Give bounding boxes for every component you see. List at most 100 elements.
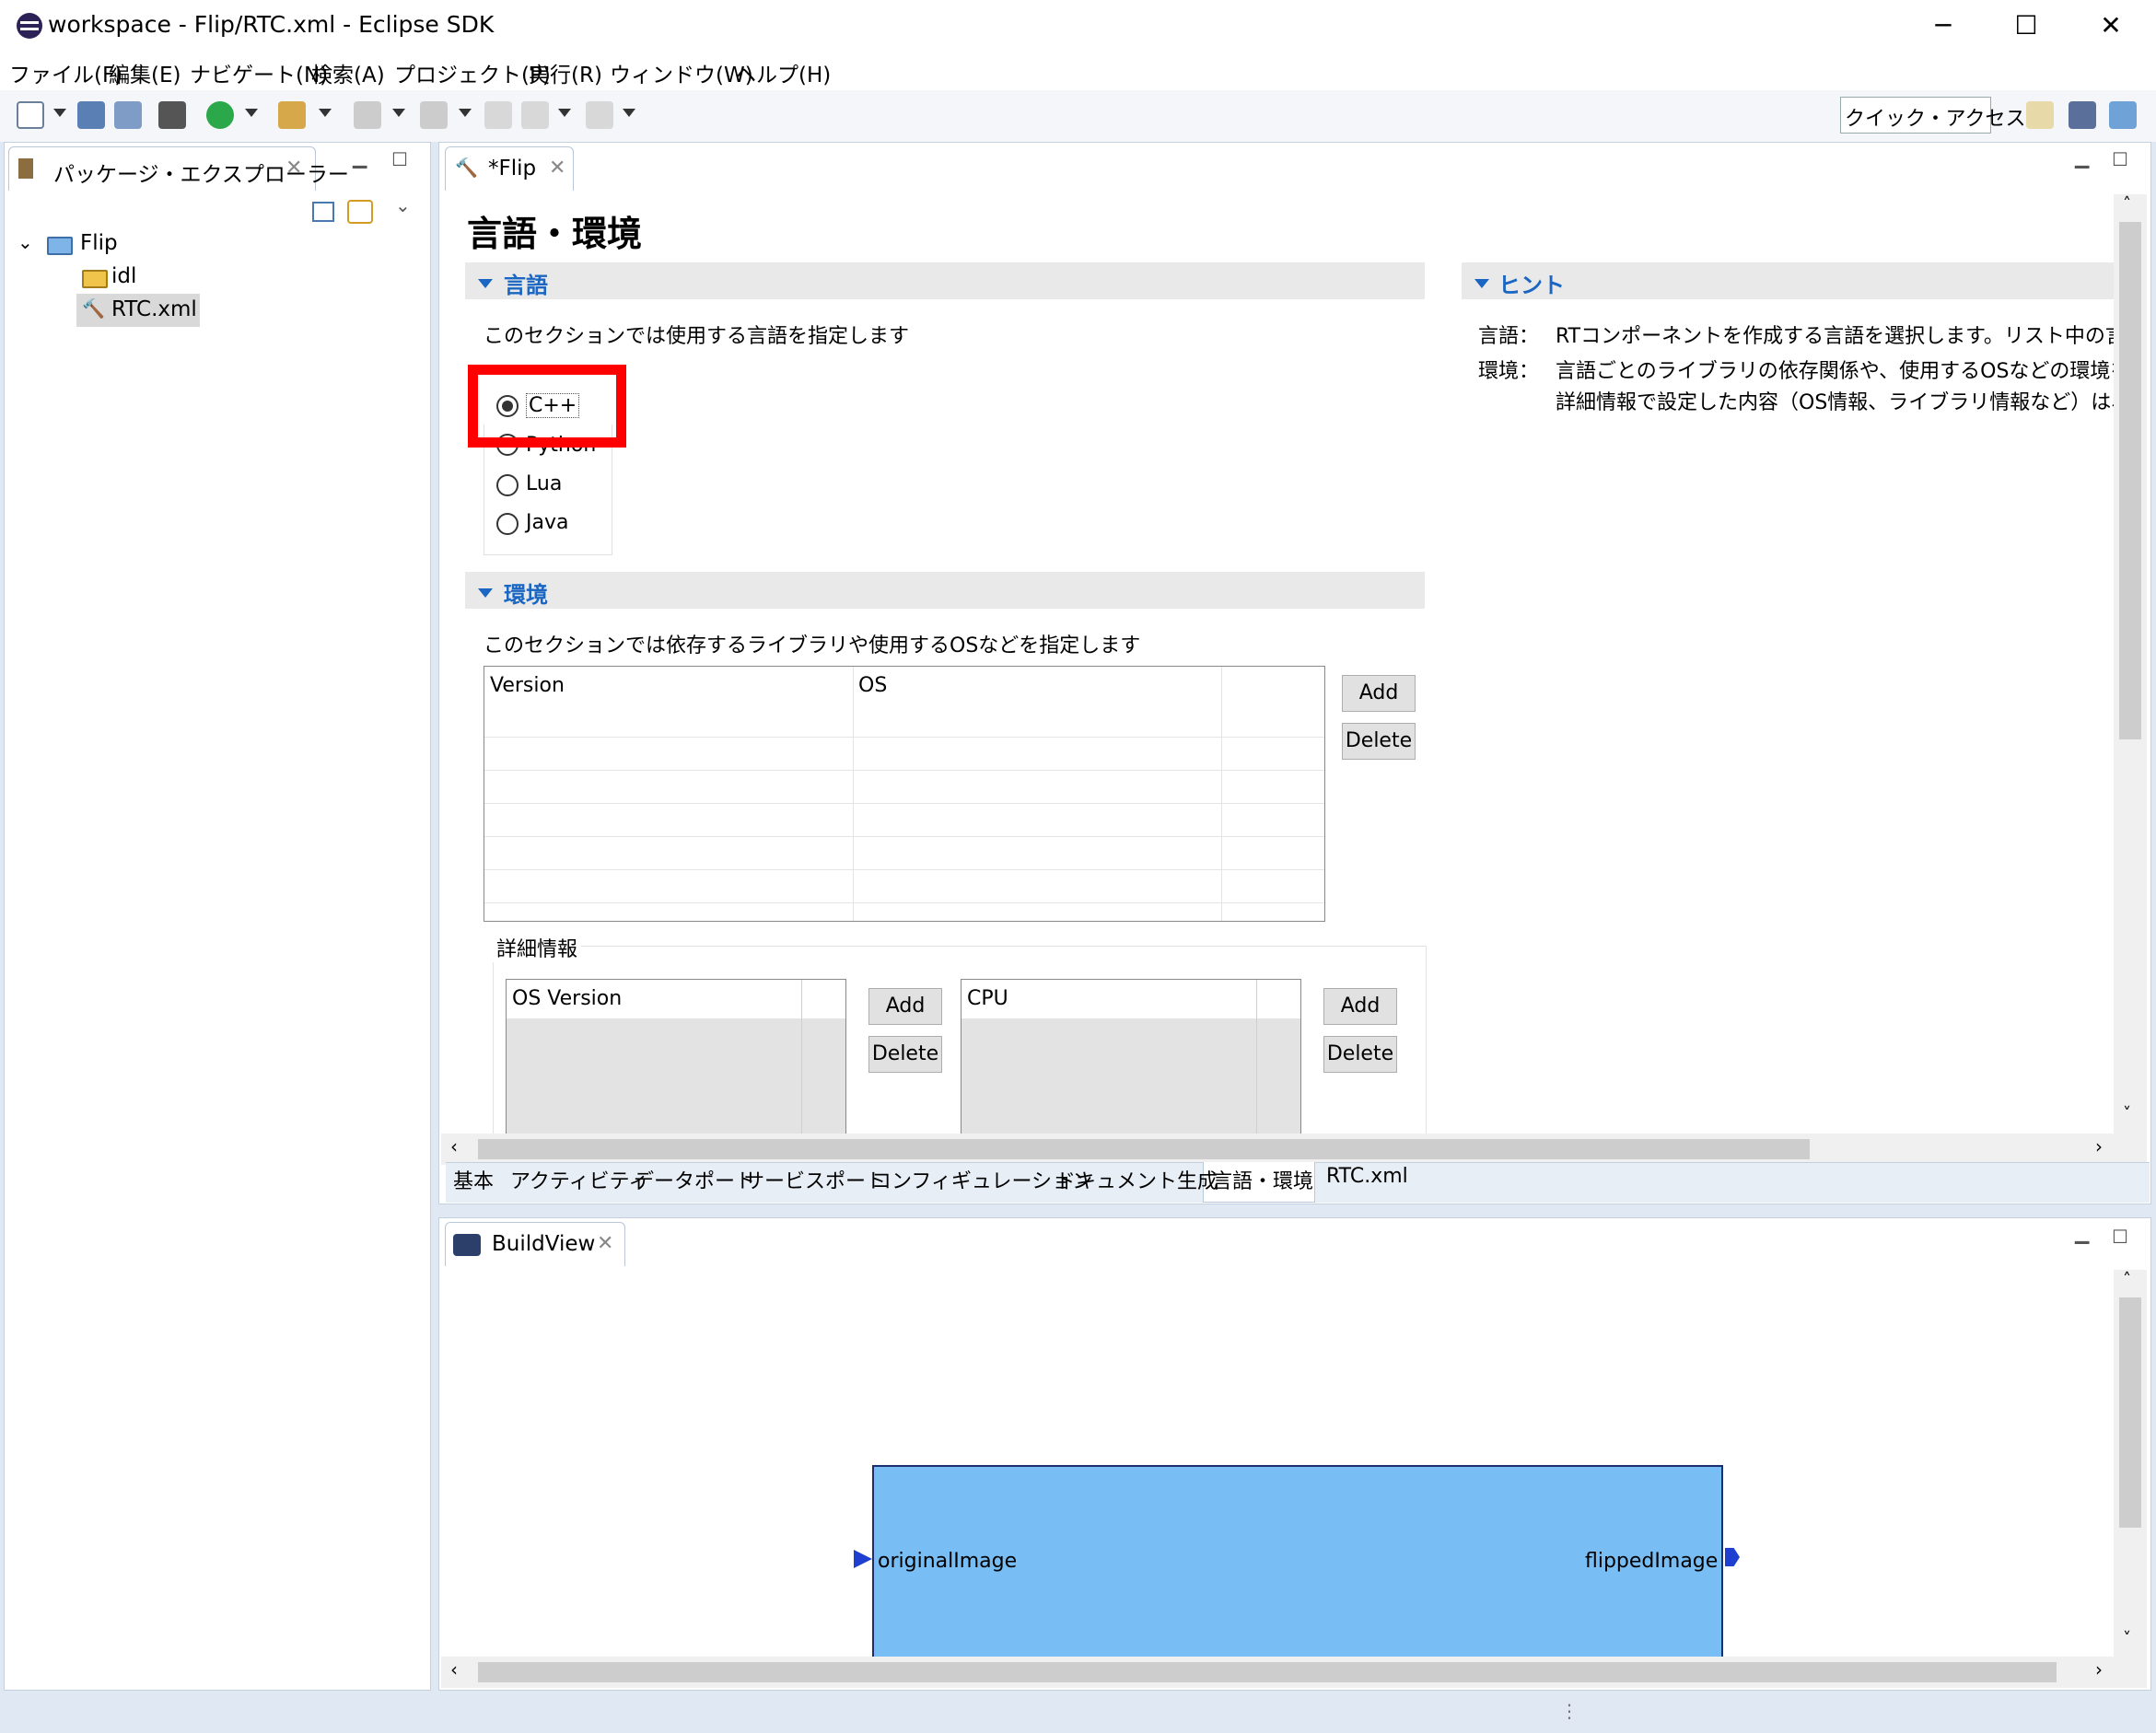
out-port-icon[interactable] <box>1725 1548 1740 1566</box>
scroll-left-icon[interactable]: ‹ <box>450 1658 458 1681</box>
cpu-add-button[interactable]: Add <box>1323 988 1397 1025</box>
external-tools-icon[interactable] <box>278 101 306 129</box>
scroll-right-icon[interactable]: › <box>2095 1135 2103 1157</box>
radio-lua[interactable] <box>496 474 519 496</box>
minimize-icon[interactable]: ▁ <box>353 146 367 169</box>
menu-file[interactable]: ファイル(F) <box>9 57 122 88</box>
tab-rtc-xml[interactable]: RTC.xml <box>1326 1165 1408 1188</box>
radio-java[interactable] <box>496 513 519 535</box>
open-perspective-icon[interactable] <box>2026 101 2054 129</box>
environment-add-button[interactable]: Add <box>1342 675 1416 712</box>
scrollbar-thumb[interactable] <box>478 1662 2057 1682</box>
link-with-editor-icon[interactable] <box>347 200 373 224</box>
scroll-up-icon[interactable]: ˄ <box>2123 194 2131 214</box>
next-annotation-icon[interactable] <box>354 101 381 129</box>
scrollbar-thumb[interactable] <box>2119 1297 2141 1528</box>
radio-label-java[interactable]: Java <box>526 511 568 534</box>
tab-package-explorer[interactable]: パッケージ・エクスプローラー ✕ <box>8 146 349 191</box>
tab-flip-editor[interactable]: 🔨 *Flip ✕ <box>445 146 574 191</box>
tab-build-view[interactable]: BuildView ✕ <box>445 1222 625 1266</box>
tab-activity[interactable]: アクティビティ <box>510 1165 648 1194</box>
rt-tool-icon[interactable] <box>158 101 186 129</box>
column-header-os[interactable]: OS <box>858 674 887 697</box>
column-header-os-version[interactable]: OS Version <box>512 987 622 1010</box>
tab-language-environment[interactable]: 言語・環境 <box>1212 1165 1313 1194</box>
menu-run[interactable]: 実行(R) <box>529 57 602 88</box>
scroll-down-icon[interactable]: ˅ <box>2123 1104 2131 1123</box>
cpu-delete-button[interactable]: Delete <box>1323 1036 1397 1073</box>
chevron-down-icon[interactable] <box>1474 279 1489 288</box>
maximize-icon[interactable]: ☐ <box>391 148 408 170</box>
collapse-all-icon[interactable] <box>312 202 334 222</box>
environment-delete-button[interactable]: Delete <box>1342 723 1416 760</box>
os-version-delete-button[interactable]: Delete <box>868 1036 942 1073</box>
close-icon[interactable]: ✕ <box>597 1232 613 1255</box>
column-header-cpu[interactable]: CPU <box>967 987 1008 1010</box>
in-port-icon[interactable] <box>854 1550 872 1568</box>
run-icon[interactable] <box>206 101 234 129</box>
save-all-icon[interactable] <box>114 101 142 129</box>
tab-document[interactable]: ドキュメント生成 <box>1055 1165 1218 1194</box>
resize-handle-icon[interactable]: ⋮ <box>1560 1700 1579 1722</box>
minimize-icon[interactable]: ▁ <box>2075 146 2089 169</box>
forward-icon[interactable] <box>586 101 613 129</box>
maximize-icon[interactable]: ☐ <box>2112 1226 2128 1248</box>
save-icon[interactable] <box>77 101 105 129</box>
scrollbar-thumb[interactable] <box>478 1139 1810 1159</box>
java-perspective-icon[interactable] <box>2069 101 2096 129</box>
scroll-up-icon[interactable]: ˄ <box>2123 1270 2131 1289</box>
radio-label-cpp-overlay[interactable]: C++ <box>526 393 580 418</box>
build-horizontal-scrollbar[interactable]: ‹ › <box>441 1657 2147 1688</box>
minimize-button[interactable]: ─ <box>1916 6 1971 46</box>
back-dropdown-icon[interactable] <box>558 109 571 117</box>
prev-annotation-icon[interactable] <box>420 101 448 129</box>
environment-section-header[interactable] <box>465 572 1425 609</box>
new-dropdown-icon[interactable] <box>53 109 66 117</box>
menu-edit[interactable]: 編集(E) <box>109 57 181 88</box>
close-icon[interactable]: ✕ <box>286 157 302 180</box>
menu-navigate[interactable]: ナビゲート(N) <box>190 57 328 88</box>
tree-item-project[interactable]: Flip <box>80 231 118 255</box>
build-vertical-scrollbar[interactable]: ˄ ˅ <box>2114 1270 2147 1657</box>
view-menu-icon[interactable]: ⌄ <box>395 194 411 216</box>
editor-vertical-scrollbar[interactable]: ˄ ˅ <box>2114 194 2147 1134</box>
close-button[interactable]: ✕ <box>2083 6 2139 46</box>
radio-label-lua[interactable]: Lua <box>526 472 562 495</box>
run-dropdown-icon[interactable] <box>245 109 258 117</box>
scrollbar-thumb[interactable] <box>2119 222 2141 739</box>
forward-dropdown-icon[interactable] <box>623 109 635 117</box>
editor-horizontal-scrollbar[interactable]: ‹ › <box>441 1134 2147 1165</box>
menu-window[interactable]: ウィンドウ(W) <box>610 57 753 88</box>
maximize-button[interactable]: ☐ <box>1999 6 2054 46</box>
prev-annotation-dropdown-icon[interactable] <box>459 109 472 117</box>
back-icon[interactable] <box>521 101 549 129</box>
column-header-version[interactable]: Version <box>490 674 565 697</box>
last-edit-icon[interactable] <box>484 101 512 129</box>
rt-perspective-icon[interactable] <box>2109 101 2137 129</box>
chevron-down-icon[interactable] <box>478 279 493 288</box>
chevron-down-icon[interactable] <box>478 588 493 598</box>
new-icon[interactable] <box>17 101 44 129</box>
tab-data-port[interactable]: データポート <box>634 1165 755 1194</box>
tab-basic[interactable]: 基本 <box>453 1165 494 1194</box>
radio-cpp-overlay[interactable] <box>496 395 519 417</box>
menu-search[interactable]: 検索(A) <box>311 57 385 88</box>
tree-item-rtcxml[interactable]: RTC.xml <box>111 297 197 321</box>
quick-access-input[interactable]: クイック・アクセス <box>1840 97 2025 134</box>
scroll-right-icon[interactable]: › <box>2095 1658 2103 1681</box>
chevron-down-icon[interactable]: ⌄ <box>17 231 33 253</box>
menu-project[interactable]: プロジェクト(P) <box>394 57 551 88</box>
environment-table[interactable]: Version OS <box>484 666 1325 922</box>
os-version-add-button[interactable]: Add <box>868 988 942 1025</box>
tab-service-port[interactable]: サービスポート <box>744 1165 886 1194</box>
scroll-down-icon[interactable]: ˅ <box>2123 1629 2131 1648</box>
scroll-left-icon[interactable]: ‹ <box>450 1135 458 1157</box>
next-annotation-dropdown-icon[interactable] <box>392 109 405 117</box>
maximize-icon[interactable]: ☐ <box>2112 148 2128 170</box>
external-tools-dropdown-icon[interactable] <box>319 109 332 117</box>
tree-item-idl[interactable]: idl <box>111 264 136 288</box>
language-section-header[interactable] <box>465 262 1425 299</box>
minimize-icon[interactable]: ▁ <box>2075 1222 2089 1244</box>
menu-help[interactable]: ヘルプ(H) <box>735 57 831 88</box>
close-icon[interactable]: ✕ <box>549 157 565 180</box>
